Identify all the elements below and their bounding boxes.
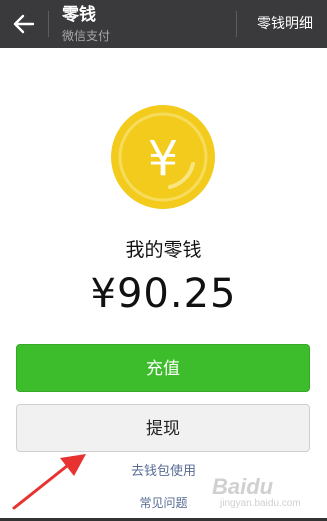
- watermark-sub: jingyan.baidu.com: [220, 498, 301, 509]
- recharge-button[interactable]: 充值: [16, 344, 310, 392]
- divider: [236, 11, 237, 37]
- coin-icon: ¥: [111, 105, 215, 209]
- coin-symbol: ¥: [148, 131, 179, 187]
- back-arrow-icon[interactable]: [6, 8, 42, 40]
- watermark: Baidu jingyan.baidu.com: [212, 474, 316, 514]
- balance-amount: ¥90.25: [90, 271, 237, 317]
- transaction-details-link[interactable]: 零钱明细: [257, 15, 313, 33]
- page-title: 零钱: [62, 5, 96, 25]
- watermark-logo: Baidu: [212, 474, 274, 499]
- top-bar: 零钱 微信支付 零钱明细: [0, 0, 327, 48]
- page-subtitle: 微信支付: [62, 29, 111, 43]
- annotation-arrow-icon: [12, 454, 86, 510]
- balance-label: 我的零钱: [125, 239, 202, 261]
- withdraw-button[interactable]: 提现: [16, 404, 310, 452]
- divider: [48, 11, 49, 37]
